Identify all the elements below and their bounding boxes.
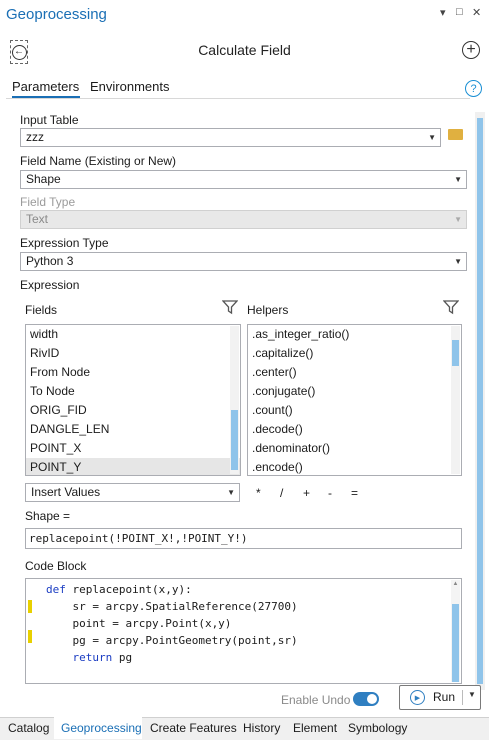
code-scrollbar[interactable]: ▲ bbox=[451, 580, 460, 682]
list-item[interactable]: .capitalize() bbox=[248, 344, 461, 363]
helpers-filter-icon[interactable] bbox=[442, 299, 460, 318]
tab-create-features[interactable]: Create Features bbox=[150, 721, 237, 735]
toggle-knob bbox=[367, 694, 377, 704]
run-button[interactable]: ▶ Run ▼ bbox=[399, 685, 481, 710]
list-item[interactable]: To Node bbox=[26, 382, 240, 401]
tabs-divider bbox=[6, 98, 470, 99]
close-icon[interactable]: ✕ bbox=[472, 6, 481, 19]
field-name-dropdown[interactable]: Shape ▼ bbox=[20, 170, 467, 189]
expression-type-value: Python 3 bbox=[26, 254, 74, 268]
code-line: pg = arcpy.PointGeometry(point,sr) bbox=[46, 632, 298, 649]
expression-input[interactable]: replacepoint(!POINT_X!,!POINT_Y!) bbox=[25, 528, 462, 549]
helpers-scrollbar[interactable] bbox=[451, 326, 460, 474]
field-type-value: Text bbox=[26, 212, 49, 226]
code-line: return pg bbox=[46, 649, 132, 666]
list-item[interactable]: .conjugate() bbox=[248, 382, 461, 401]
list-item[interactable]: .encode() bbox=[248, 458, 461, 475]
run-label: Run bbox=[433, 690, 456, 704]
fields-filter-icon[interactable] bbox=[221, 299, 239, 318]
field-type-label: Field Type bbox=[20, 195, 76, 209]
expression-label: Expression bbox=[20, 278, 80, 292]
insert-values-value: Insert Values bbox=[31, 485, 101, 499]
list-item[interactable]: .as_integer_ratio() bbox=[248, 325, 461, 344]
tab-geoprocessing[interactable]: Geoprocessing bbox=[61, 721, 142, 735]
chevron-down-icon: ▼ bbox=[454, 257, 462, 266]
expression-type-label: Expression Type bbox=[20, 236, 109, 250]
tab-environments[interactable]: Environments bbox=[90, 79, 169, 94]
list-item[interactable]: POINT_X bbox=[26, 439, 240, 458]
tab-history[interactable]: History bbox=[243, 721, 280, 735]
list-item[interactable]: From Node bbox=[26, 363, 240, 382]
input-table-value: zzz bbox=[26, 130, 44, 144]
code-line: point = arcpy.Point(x,y) bbox=[46, 615, 231, 632]
list-item[interactable]: RivID bbox=[26, 344, 240, 363]
chevron-down-icon: ▼ bbox=[454, 175, 462, 184]
list-item[interactable]: DANGLE_LEN bbox=[26, 420, 240, 439]
chevron-down-icon[interactable]: ▼ bbox=[468, 690, 476, 699]
code-scrollbar-thumb[interactable] bbox=[452, 604, 459, 682]
list-item[interactable]: .denominator() bbox=[248, 439, 461, 458]
field-name-value: Shape bbox=[26, 172, 61, 186]
operator-plus-button[interactable]: + bbox=[303, 486, 310, 500]
add-icon[interactable]: + bbox=[462, 41, 480, 59]
play-icon: ▶ bbox=[410, 690, 425, 705]
operator-multiply-button[interactable]: * bbox=[256, 486, 261, 500]
main-scrollbar-thumb[interactable] bbox=[477, 118, 483, 684]
tool-title: Calculate Field bbox=[198, 42, 291, 58]
chevron-down-icon: ▼ bbox=[227, 488, 235, 497]
tab-symbology[interactable]: Symbology bbox=[348, 721, 407, 735]
chevron-down-icon: ▼ bbox=[454, 215, 462, 224]
fields-scrollbar[interactable] bbox=[230, 326, 239, 474]
panel-menu-icon[interactable]: ▾ bbox=[440, 6, 446, 19]
change-marker bbox=[28, 630, 32, 643]
tab-parameters[interactable]: Parameters bbox=[12, 79, 79, 94]
operator-equals-button[interactable]: = bbox=[351, 486, 358, 500]
code-text: pg = arcpy.PointGeometry(point,sr) bbox=[46, 634, 298, 647]
code-block-editor[interactable]: def replacepoint(x,y): sr = arcpy.Spatia… bbox=[25, 578, 462, 684]
helpers-scrollbar-thumb[interactable] bbox=[452, 340, 459, 366]
code-text: pg bbox=[112, 651, 133, 664]
enable-undo-toggle[interactable] bbox=[353, 692, 379, 706]
helpers-list[interactable]: .as_integer_ratio() .capitalize() .cente… bbox=[247, 324, 462, 476]
help-icon[interactable]: ? bbox=[465, 80, 482, 97]
code-text: sr = arcpy.SpatialReference(27700) bbox=[46, 600, 298, 613]
panel-title: Geoprocessing bbox=[6, 6, 107, 23]
list-item[interactable]: width bbox=[26, 325, 240, 344]
code-line: sr = arcpy.SpatialReference(27700) bbox=[46, 598, 298, 615]
change-marker bbox=[28, 600, 32, 613]
expression-type-dropdown[interactable]: Python 3 ▼ bbox=[20, 252, 467, 271]
operator-divide-button[interactable]: / bbox=[280, 486, 283, 500]
fields-scrollbar-thumb[interactable] bbox=[231, 410, 238, 470]
scroll-up-icon[interactable]: ▲ bbox=[451, 580, 460, 588]
tab-element[interactable]: Element bbox=[293, 721, 337, 735]
code-block-label: Code Block bbox=[25, 559, 87, 573]
list-item[interactable]: .count() bbox=[248, 401, 461, 420]
fields-list[interactable]: width RivID From Node To Node ORIG_FID D… bbox=[25, 324, 241, 476]
expression-target-label: Shape = bbox=[25, 509, 71, 523]
code-text: replacepoint(x,y): bbox=[65, 583, 192, 596]
insert-values-dropdown[interactable]: Insert Values ▼ bbox=[25, 483, 240, 502]
field-name-label: Field Name (Existing or New) bbox=[20, 154, 177, 168]
fields-label: Fields bbox=[25, 303, 58, 317]
operator-minus-button[interactable]: - bbox=[328, 486, 332, 500]
list-item[interactable]: .decode() bbox=[248, 420, 461, 439]
enable-undo-label: Enable Undo bbox=[281, 693, 351, 707]
list-item-selected[interactable]: POINT_Y bbox=[26, 458, 240, 475]
code-text: point = arcpy.Point(x,y) bbox=[46, 617, 232, 630]
code-keyword: return bbox=[46, 651, 113, 664]
field-type-dropdown: Text ▼ bbox=[20, 210, 467, 229]
list-item[interactable]: ORIG_FID bbox=[26, 401, 240, 420]
code-keyword: def bbox=[46, 583, 66, 596]
input-table-dropdown[interactable]: zzz ▼ bbox=[20, 128, 441, 147]
chevron-down-icon: ▼ bbox=[428, 133, 436, 142]
folder-icon[interactable] bbox=[448, 129, 463, 140]
tab-catalog[interactable]: Catalog bbox=[8, 721, 49, 735]
helpers-label: Helpers bbox=[247, 303, 289, 317]
run-separator bbox=[462, 690, 463, 705]
code-line: def replacepoint(x,y): bbox=[46, 581, 192, 598]
list-item[interactable]: .center() bbox=[248, 363, 461, 382]
maximize-icon[interactable]: □ bbox=[456, 6, 463, 18]
input-table-label: Input Table bbox=[20, 113, 79, 127]
